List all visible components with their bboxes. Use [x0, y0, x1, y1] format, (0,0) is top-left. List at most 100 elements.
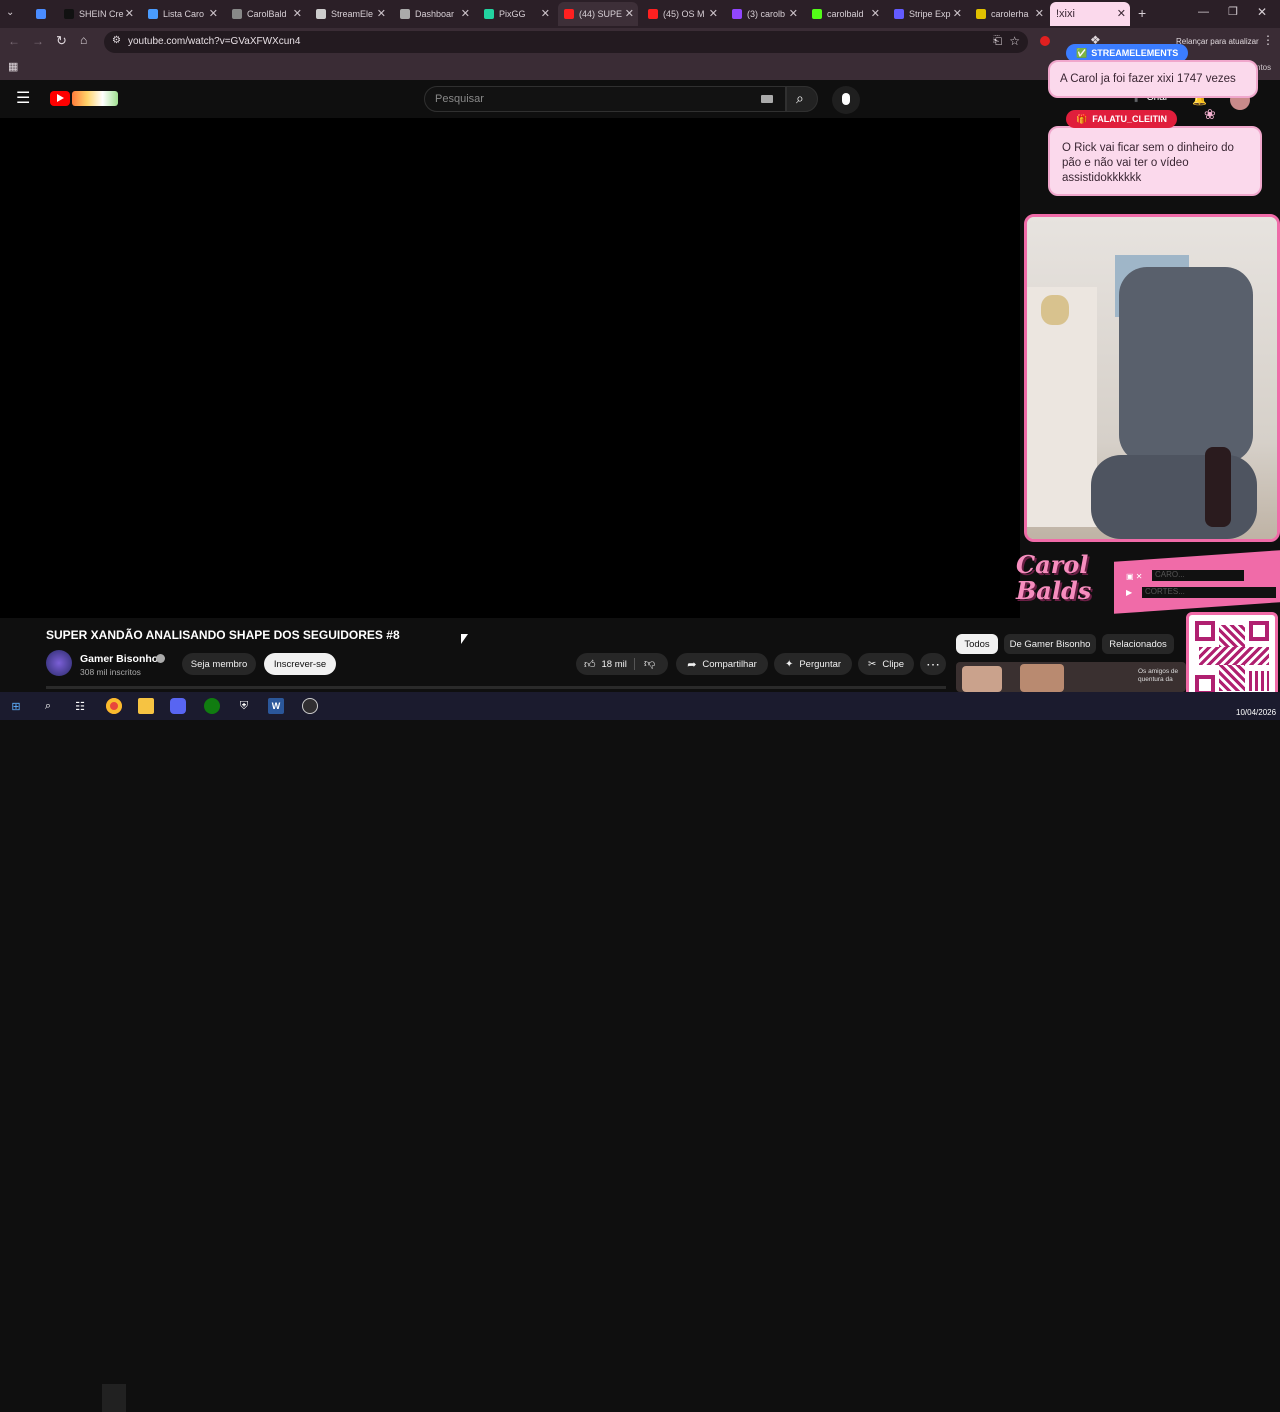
close-icon[interactable]: ✕ [625, 7, 634, 20]
browser-tab[interactable]: carolerha ✕ [970, 2, 1048, 26]
tab-xixi-chat[interactable]: !xixi ✕ [1050, 2, 1130, 26]
file-explorer-icon[interactable] [138, 698, 154, 714]
word-icon[interactable]: W [268, 698, 284, 714]
site-info-icon[interactable]: ⚙ [112, 35, 121, 46]
xbox-icon[interactable] [204, 698, 220, 714]
back-icon[interactable]: ← [8, 34, 20, 48]
alert-source: STREAMELEMENTS [1091, 48, 1179, 58]
tab-favicon-icon [484, 9, 494, 19]
webcam-plush [1041, 295, 1069, 325]
ask-button[interactable]: ✦ Perguntar [774, 653, 852, 675]
tab-label: Dashboar [415, 9, 455, 19]
close-icon[interactable]: ✕ [709, 7, 718, 20]
home-icon[interactable]: ⌂ [80, 33, 87, 47]
browser-tab[interactable]: StreamEle ✕ [310, 2, 390, 26]
discord-icon[interactable] [170, 698, 186, 714]
like-count: 18 mil [601, 658, 627, 670]
microphone-icon [842, 93, 850, 105]
close-icon[interactable]: ✕ [377, 7, 386, 20]
thumbs-up-icon: 👍︎ [584, 658, 596, 671]
close-icon[interactable]: ✕ [1117, 7, 1126, 20]
search-placeholder: Pesquisar [435, 93, 484, 105]
qr-pattern [1249, 671, 1269, 691]
chip-from-channel[interactable]: De Gamer Bisonho [1004, 634, 1096, 654]
maximize-icon[interactable]: ❐ [1228, 5, 1238, 18]
check-icon: ✅ [1076, 47, 1088, 58]
thumbnail-face [962, 666, 1002, 692]
close-icon[interactable]: ✕ [789, 7, 798, 20]
tab-label: carolbald [827, 9, 864, 19]
chrome-icon[interactable] [106, 698, 122, 714]
browser-tab[interactable]: (3) carolb ✕ [726, 2, 802, 26]
mouse-cursor-icon [461, 634, 468, 644]
youtube-logo[interactable] [50, 91, 118, 107]
install-icon[interactable]: ⎗ [993, 35, 1002, 48]
browser-tab[interactable]: carolbald ✕ [806, 2, 884, 26]
browser-tab[interactable]: Lista Caro ✕ [142, 2, 222, 26]
chip-all[interactable]: Todos [956, 634, 998, 654]
address-bar[interactable]: ⚙ youtube.com/watch?v=GVaXFWXcun4 ⎗ ☆ [104, 31, 1028, 53]
security-icon[interactable]: ⛨ [236, 698, 252, 714]
apps-grid-icon[interactable]: ▦ [8, 60, 18, 73]
like-button[interactable]: 👍︎ 18 mil [576, 653, 627, 675]
hamburger-menu-icon[interactable]: ☰ [16, 88, 30, 108]
close-icon[interactable]: ✕ [1035, 7, 1044, 20]
new-tab-button[interactable]: + [1138, 5, 1146, 21]
thumbs-down-icon[interactable]: 👎︎ [644, 657, 655, 670]
browser-tab[interactable] [30, 2, 54, 26]
recommended-video-thumbnail[interactable]: Os amigos de quentura da [956, 662, 1186, 692]
obs-icon[interactable] [302, 698, 318, 714]
close-icon[interactable]: ✕ [125, 7, 134, 20]
alert-message-bubble: A Carol ja foi fazer xixi 1747 vezes [1048, 60, 1258, 98]
browser-tab[interactable]: CarolBald ✕ [226, 2, 306, 26]
video-player[interactable] [0, 118, 1020, 618]
browser-tab[interactable]: SHEIN Cre ✕ [58, 2, 138, 26]
bookmark-star-icon[interactable]: ☆ [1009, 34, 1020, 48]
webcam-chair-back [1119, 267, 1253, 463]
task-view-icon[interactable]: ☷ [72, 698, 88, 714]
close-icon[interactable]: ✕ [953, 7, 962, 20]
close-icon[interactable]: ✕ [293, 7, 302, 20]
close-window-icon[interactable]: ✕ [1257, 5, 1267, 19]
channel-name[interactable]: Gamer Bisonho [80, 653, 158, 665]
tab-favicon-icon [316, 9, 326, 19]
browser-tab[interactable]: (45) OS M ✕ [642, 2, 722, 26]
browser-tab[interactable]: PixGG ✕ [478, 2, 554, 26]
share-button[interactable]: ➦ Compartilhar [676, 653, 768, 675]
join-label: Seja membro [190, 658, 248, 670]
close-icon[interactable]: ✕ [461, 7, 470, 20]
browser-tab[interactable]: (44) SUPE ✕ [558, 2, 638, 26]
user-badge-icon: 🎁 [1076, 113, 1088, 124]
subscribe-button[interactable]: Inscrever-se [264, 653, 336, 675]
close-icon[interactable]: ✕ [541, 7, 550, 20]
search-button[interactable]: ⌕ [786, 86, 818, 112]
tab-label: Stripe Exp [909, 9, 951, 19]
like-dislike-group: 👍︎ 18 mil 👎︎ [576, 653, 668, 675]
sparkle-icon: ✦ [784, 658, 794, 670]
join-button[interactable]: Seja membro [182, 653, 256, 675]
voice-search-button[interactable] [832, 86, 860, 114]
minimize-icon[interactable]: — [1198, 6, 1209, 18]
windows-start-icon[interactable]: ⊞ [8, 698, 24, 714]
all-bookmarks-label[interactable]: ntos [1256, 63, 1271, 72]
tab-search-icon[interactable]: ⌄ [6, 7, 14, 18]
chip-related[interactable]: Relacionados [1102, 634, 1174, 654]
close-icon[interactable]: ✕ [209, 7, 218, 20]
webcam-microphone [1205, 447, 1231, 527]
reload-icon[interactable]: ↻ [56, 33, 67, 49]
more-actions-button[interactable]: ⋯ [920, 653, 946, 675]
browser-tab[interactable]: Dashboar ✕ [394, 2, 474, 26]
keyboard-icon[interactable] [761, 95, 773, 103]
clip-label: Clipe [882, 658, 905, 670]
search-input[interactable]: Pesquisar [424, 86, 786, 112]
browser-tab[interactable]: Stripe Exp ✕ [888, 2, 966, 26]
menu-icon[interactable]: ⋮ [1262, 33, 1274, 47]
tab-favicon-icon [564, 9, 574, 19]
search-icon[interactable]: ⌕ [40, 698, 56, 714]
social-icons-2: ▶ [1126, 588, 1133, 597]
forward-icon[interactable]: → [32, 34, 44, 48]
close-icon[interactable]: ✕ [871, 7, 880, 20]
channel-avatar[interactable] [46, 650, 72, 676]
clip-button[interactable]: ✂ Clipe [858, 653, 914, 675]
ask-label: Perguntar [799, 658, 842, 670]
